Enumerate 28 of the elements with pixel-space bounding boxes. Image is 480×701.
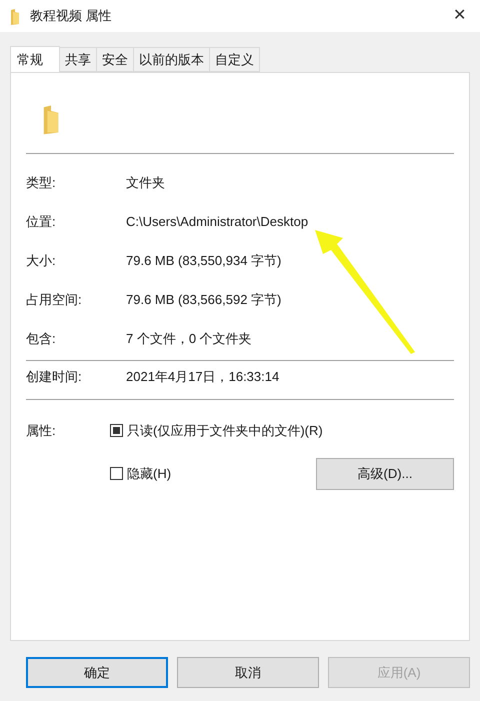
checkbox[interactable] xyxy=(110,424,123,438)
field-label: 大小: xyxy=(26,252,57,270)
checkbox-label[interactable]: 隐藏(H) xyxy=(127,464,172,484)
field-value: C:\Users\Administrator\Desktop xyxy=(126,213,308,232)
close-button[interactable]: ✕ xyxy=(449,4,470,28)
field-label: 属性: xyxy=(26,422,57,440)
field-label: 创建时间: xyxy=(26,368,83,386)
field-label: 类型: xyxy=(26,174,57,192)
tab[interactable]: 以前的版本 xyxy=(134,47,210,72)
field-value: 文件夹 xyxy=(126,174,165,192)
dialog-button[interactable]: 取消 xyxy=(177,657,319,688)
field-value: 79.6 MB (83,566,592 字节) xyxy=(126,291,282,310)
field-label: 占用空间: xyxy=(26,291,83,310)
dialog-button[interactable]: 确定 xyxy=(26,657,168,688)
tab[interactable]: 常规 xyxy=(10,46,60,73)
checkbox-label[interactable]: 只读(仅应用于文件夹中的文件)(R) xyxy=(127,421,323,440)
advanced-button[interactable]: 高级(D)... xyxy=(316,458,454,490)
checkbox[interactable] xyxy=(110,467,123,480)
window-title: 教程视频 属性 xyxy=(30,7,112,26)
field-value: 79.6 MB (83,550,934 字节) xyxy=(126,252,282,270)
folder-icon xyxy=(10,8,20,24)
field-value: 7 个文件，0 个文件夹 xyxy=(126,330,252,348)
field-label: 位置: xyxy=(26,213,57,232)
field-value: 2021年4月17日，16:33:14 xyxy=(126,368,280,386)
tab[interactable]: 安全 xyxy=(97,47,134,72)
field-label: 包含: xyxy=(26,330,57,348)
tab[interactable]: 共享 xyxy=(60,47,97,72)
tab[interactable]: 自定义 xyxy=(210,47,260,72)
